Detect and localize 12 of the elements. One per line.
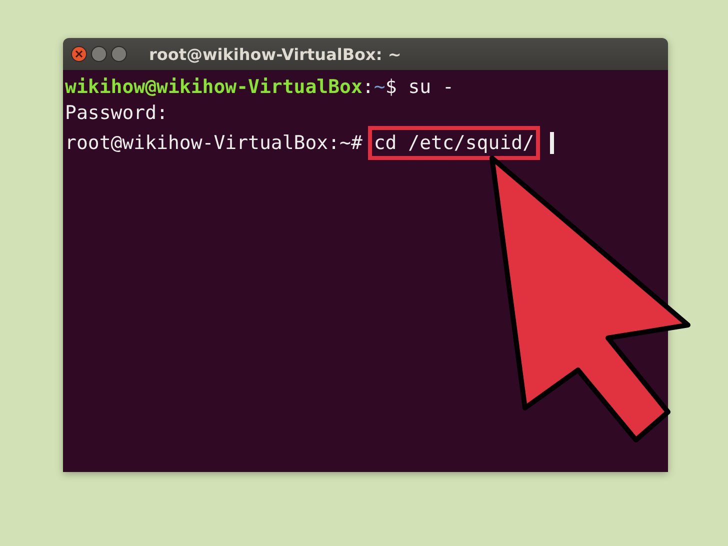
terminal-text: root@wikihow-VirtualBox:~# (65, 131, 364, 156)
terminal-text: : (362, 75, 374, 100)
prompt-path: ~ (374, 75, 386, 100)
minimize-icon[interactable] (91, 46, 107, 62)
terminal-text: $ su - (385, 75, 454, 100)
window-title: root@wikihow-VirtualBox: ~ (149, 44, 402, 64)
arrow-pointer-icon (490, 156, 690, 442)
prompt-user: wikihow@wikihow-VirtualBox (65, 75, 362, 100)
close-icon[interactable] (71, 46, 87, 62)
maximize-icon[interactable] (111, 46, 127, 62)
terminal-text: Password: (65, 101, 168, 126)
highlighted-command: cd /etc/squid/ (368, 126, 540, 160)
